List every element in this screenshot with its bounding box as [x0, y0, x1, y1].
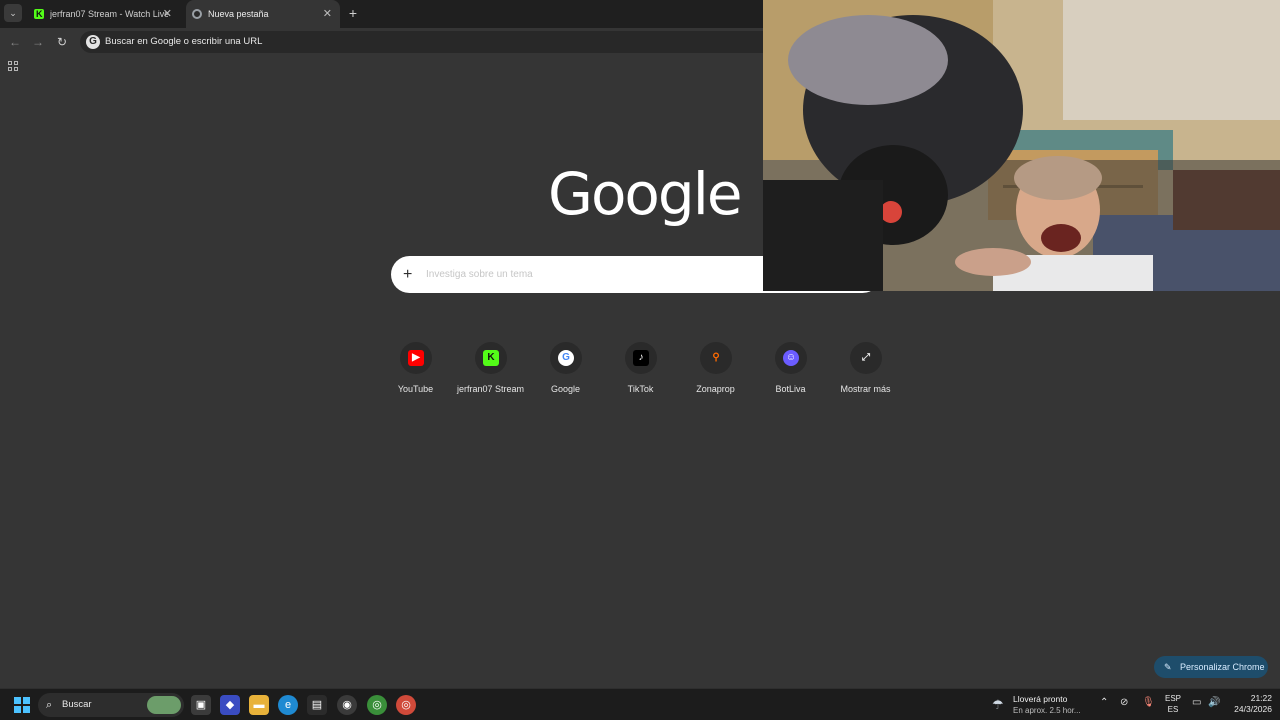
search-highlight-image: [147, 696, 181, 714]
shortcut-label: Google: [550, 384, 581, 394]
weather-subtitle: En aprox. 2.5 hor...: [1013, 706, 1081, 715]
shortcut-label: TikTok: [627, 384, 654, 394]
file-explorer-icon[interactable]: ▬: [249, 695, 269, 715]
shortcut-tile: ⤢: [850, 342, 882, 374]
tab-search-button[interactable]: ⌄: [4, 4, 22, 22]
taskbar-search-label: Buscar: [62, 699, 92, 710]
shortcut-tile: G: [550, 342, 582, 374]
language-bottom: ES: [1167, 705, 1179, 714]
chrome-profile-icon[interactable]: ◎: [396, 695, 416, 715]
zonaprop-icon: ⚲: [712, 352, 720, 363]
tab-jerfran07-stream[interactable]: jerfran07 Stream - Watch Live o ✕: [28, 0, 180, 28]
shortcut-tile: ♪: [625, 342, 657, 374]
desktop-screen: ⌄ jerfran07 Stream - Watch Live o ✕ Nuev…: [0, 0, 1280, 720]
weather-widget[interactable]: ☂ Lloverá pronto En aprox. 2.5 hor...: [992, 693, 1092, 717]
google-logo: Google: [548, 160, 743, 228]
close-icon[interactable]: ✕: [163, 0, 172, 28]
kick-icon: [34, 0, 44, 28]
shortcut-label: Zonaprop: [696, 384, 735, 394]
widgets-icon[interactable]: ◆: [220, 695, 240, 715]
shortcut-mostrar-mas[interactable]: ⤢ Mostrar más: [828, 340, 903, 410]
rain-cloud-icon: ☂: [992, 697, 1004, 712]
shortcut-tile: ⚲: [700, 342, 732, 374]
back-button[interactable]: ←: [7, 34, 23, 50]
customize-chrome-button[interactable]: ✎ Personalizar Chrome: [1154, 656, 1268, 678]
close-icon[interactable]: ✕: [323, 0, 332, 28]
chrome-icon: [192, 9, 202, 19]
customize-label: Personalizar Chrome: [1180, 662, 1265, 672]
tab-title: jerfran07 Stream - Watch Live o: [50, 9, 168, 19]
pencil-icon: ✎: [1164, 662, 1172, 672]
task-view-icon[interactable]: ▣: [191, 695, 211, 715]
microphone-icon[interactable]: 🎙: [1142, 697, 1155, 708]
reload-button[interactable]: ↻: [54, 34, 70, 50]
tab-nueva-pestana[interactable]: Nueva pestaña ✕: [186, 0, 340, 28]
language-indicator[interactable]: ESP ES: [1162, 693, 1184, 715]
chevron-down-icon: ⌄: [9, 8, 17, 18]
shortcuts-grid: ▶ YouTube K jerfran07 Stream G Google ♪ …: [378, 340, 902, 410]
display-icon[interactable]: ▭: [1192, 697, 1201, 708]
clock-date: 24/3/2026: [1234, 704, 1272, 714]
shortcut-youtube[interactable]: ▶ YouTube: [378, 340, 453, 410]
apps-grid-icon[interactable]: [8, 61, 19, 72]
google-icon: G: [86, 35, 100, 49]
clock-time: 21:22: [1250, 693, 1272, 703]
shortcut-label: jerfran07 Stream: [456, 384, 525, 394]
windows-taskbar: ⌕ Buscar ▣ ◆ ▬ e ▤ ◉ ◎ ◎ ☂ Lloverá pront…: [0, 688, 1280, 720]
google-icon: G: [558, 350, 574, 366]
shortcut-tiktok[interactable]: ♪ TikTok: [603, 340, 678, 410]
new-tab-button[interactable]: +: [346, 5, 360, 21]
shortcut-label: Mostrar más: [840, 384, 891, 394]
chevron-up-icon[interactable]: ⌃: [1100, 697, 1108, 708]
obs-icon[interactable]: ◉: [337, 695, 357, 715]
kick-icon: K: [483, 350, 499, 366]
windows-start-icon[interactable]: [14, 697, 30, 713]
shortcut-tile: K: [475, 342, 507, 374]
edge-icon[interactable]: e: [278, 695, 298, 715]
expand-icon: ⤢: [862, 352, 870, 363]
plus-icon[interactable]: +: [403, 256, 412, 293]
botliva-icon: ☺: [783, 350, 799, 366]
weather-title: Lloverá pronto: [1013, 694, 1068, 704]
webcam-image: [763, 0, 1280, 291]
shortcut-label: YouTube: [397, 384, 434, 394]
forward-button[interactable]: →: [30, 34, 46, 50]
shortcut-jerfran07-stream[interactable]: K jerfran07 Stream: [453, 340, 528, 410]
youtube-icon: ▶: [408, 350, 424, 366]
system-clock[interactable]: 21:22 24/3/2026: [1226, 693, 1272, 715]
shortcut-tile: ▶: [400, 342, 432, 374]
shortcut-zonaprop[interactable]: ⚲ Zonaprop: [678, 340, 753, 410]
tab-title: Nueva pestaña: [208, 9, 269, 19]
search-placeholder: Investiga sobre un tema: [426, 269, 533, 280]
tiktok-icon: ♪: [633, 350, 649, 366]
language-top: ESP: [1164, 694, 1181, 703]
store-icon[interactable]: ▤: [307, 695, 327, 715]
shortcut-google[interactable]: G Google: [528, 340, 603, 410]
network-off-icon[interactable]: ⊘: [1120, 697, 1128, 708]
shortcut-tile: ☺: [775, 342, 807, 374]
search-icon: ⌕: [46, 699, 53, 711]
volume-icon[interactable]: 🔊: [1208, 697, 1220, 708]
shortcut-label: BotLiva: [775, 384, 806, 394]
webcam-overlay: [763, 0, 1280, 291]
omnibox-placeholder: Buscar en Google o escribir una URL: [105, 36, 263, 47]
taskbar-search[interactable]: ⌕ Buscar: [38, 693, 184, 717]
omnibox[interactable]: G Buscar en Google o escribir una URL: [80, 31, 780, 53]
chrome-icon[interactable]: ◎: [367, 695, 387, 715]
shortcut-botliva[interactable]: ☺ BotLiva: [753, 340, 828, 410]
